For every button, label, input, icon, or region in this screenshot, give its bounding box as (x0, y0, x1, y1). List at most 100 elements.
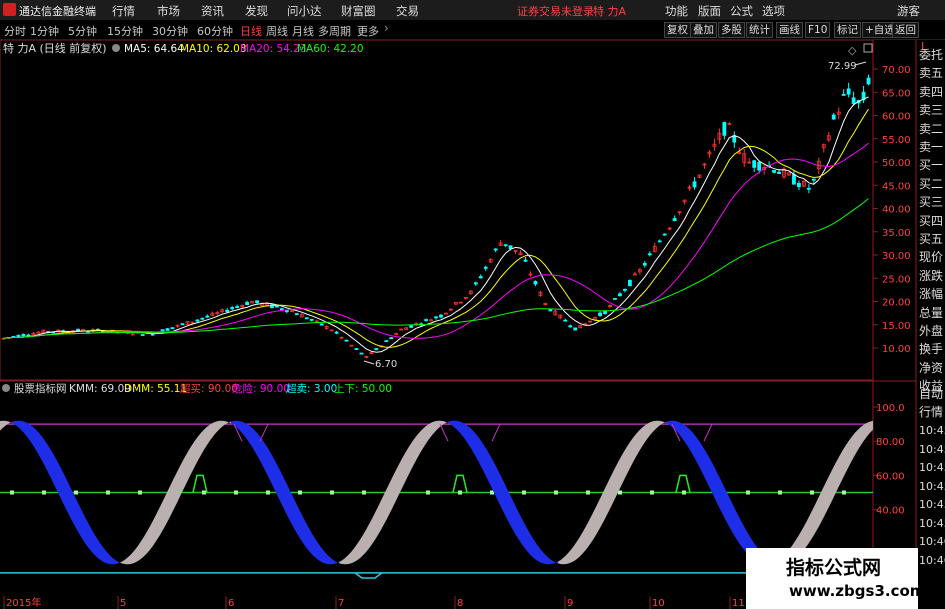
right-panel-item: 买一 (919, 158, 944, 173)
menu-item-gongshi[interactable]: 公式 (730, 3, 753, 19)
chart-area[interactable]: 特 力A (日线 前复权) MA5: 64.64 MA10: 62.03 MA2… (0, 40, 945, 609)
midline-marker (234, 490, 238, 495)
period-monthly[interactable]: 月线 (292, 23, 314, 39)
indicator-chart[interactable] (0, 420, 873, 579)
candle-body (851, 97, 856, 104)
price-tick-label: 70.00 (882, 65, 911, 76)
watermark: 指标公式网 www.zbgs3.com (746, 548, 925, 609)
candle-body (866, 77, 871, 85)
period-5min[interactable]: 5分钟 (68, 23, 97, 39)
midline-marker (458, 490, 462, 495)
indicator-settings-icon[interactable] (2, 384, 10, 392)
period-60min[interactable]: 60分钟 (197, 23, 233, 39)
candle-body (354, 348, 359, 350)
right-panel-item: 买五 (919, 232, 944, 246)
candle-body (533, 281, 538, 285)
candle-body (613, 298, 617, 300)
ma10-label: MA10: 62.03 (180, 43, 247, 55)
biaoji-button[interactable]: 标记 (834, 22, 861, 38)
kmm-ribbon (0, 420, 12, 431)
candle-body (727, 123, 732, 126)
stock-name-title: 特 力A (593, 5, 627, 18)
menu-item-jiaoyi[interactable]: 交易 (396, 3, 419, 19)
candle-body (722, 122, 727, 136)
app-logo-icon (3, 3, 16, 16)
right-panel-item: 卖三 (919, 103, 944, 118)
menu-item-wenxiaoda[interactable]: 问小达 (287, 3, 322, 19)
candle-body (623, 288, 627, 291)
period-daily[interactable]: 日线 (240, 23, 262, 39)
candle-body (647, 253, 652, 256)
back-button[interactable]: 返回 (892, 22, 919, 38)
candle-body (170, 327, 175, 330)
date-tick-label: 6 (228, 598, 234, 609)
midline-marker (362, 490, 366, 495)
date-tick-label: 8 (457, 598, 463, 609)
candle-body (618, 293, 622, 297)
diejia-button[interactable]: 叠加 (690, 22, 717, 38)
guest-label[interactable]: 游客 (897, 3, 920, 19)
candle-body (165, 328, 170, 331)
duogu-button[interactable]: 多股 (718, 22, 745, 38)
menu-item-zixun[interactable]: 资讯 (201, 3, 224, 19)
midline-marker (202, 490, 206, 495)
period-weekly[interactable]: 周线 (266, 23, 288, 39)
chaomai-label: 超买: 90.00 (180, 382, 238, 395)
right-panel-auto[interactable]: 自动 (919, 385, 943, 403)
ma60-label: MA60: 42.20 (297, 43, 364, 55)
menu-item-xuanxiang[interactable]: 选项 (762, 3, 785, 19)
login-status[interactable]: 证券交易未登录 (517, 3, 594, 19)
window-icon[interactable] (863, 43, 873, 53)
menu-item-hangqing[interactable]: 行情 (112, 3, 135, 19)
huaxian-button[interactable]: 画线 (776, 22, 803, 38)
right-panel-quote[interactable]: 行情 (919, 403, 943, 421)
candle-body (642, 263, 647, 266)
candle-body (752, 160, 757, 168)
candle-body (294, 313, 299, 316)
period-15min[interactable]: 15分钟 (107, 23, 143, 39)
midline-marker (522, 490, 526, 495)
midline-marker (586, 490, 590, 495)
price-tick-label: 40.00 (882, 205, 911, 216)
settings-icon[interactable] (112, 44, 120, 52)
period-more[interactable]: 更多 (357, 23, 379, 39)
menu-item-banmian[interactable]: 版面 (698, 3, 721, 19)
fuquan-button[interactable]: 复权 (664, 22, 691, 38)
candlestick-chart[interactable] (1, 74, 871, 359)
candle-body (657, 240, 662, 243)
midline-marker (810, 490, 814, 495)
menu-bar: 通达信金融终端 行情 市场 资讯 发现 问小达 财富圈 交易 证券交易未登录 特… (0, 0, 945, 21)
right-panel-time: 10:45 (919, 461, 945, 474)
price-tick-label: 10.00 (882, 344, 911, 355)
app-title: 通达信金融终端 (19, 5, 96, 18)
price-tick-label: 25.00 (882, 274, 911, 285)
right-panel-time: 10:46 (919, 535, 945, 548)
right-panel-item: 买二 (919, 176, 944, 191)
f10-button[interactable]: F10 (805, 22, 831, 38)
candle-body (344, 339, 349, 342)
right-panel-item: 净资 (919, 360, 944, 375)
period-30min[interactable]: 30分钟 (152, 23, 188, 39)
indicator-tick-label: 80.00 (876, 437, 905, 448)
period-fenshi[interactable]: 分时 (4, 23, 26, 39)
chevron-right-icon[interactable]: › (384, 21, 389, 35)
shangxia-label: 上下: 50.00 (334, 383, 392, 395)
menu-item-shichang[interactable]: 市场 (157, 3, 180, 19)
tongji-button[interactable]: 统计 (746, 22, 773, 38)
menu-item-faxian[interactable]: 发现 (245, 3, 268, 19)
candle-body (563, 319, 568, 322)
menu-item-gongneng[interactable]: 功能 (665, 3, 688, 19)
diamond-icon[interactable]: ◇ (848, 44, 857, 57)
candle-body (16, 334, 21, 338)
candle-body (846, 88, 851, 95)
menu-item-caifuquan[interactable]: 财富圈 (341, 3, 376, 19)
period-multi[interactable]: 多周期 (318, 23, 351, 39)
date-tick-label: 2015年 (6, 596, 41, 609)
period-1min[interactable]: 1分钟 (30, 23, 59, 39)
main-panel-frame (0, 40, 874, 381)
indicator-tick-label: 100.0 (876, 403, 905, 414)
low-annotation: 6.70 (375, 359, 397, 370)
candle-body (225, 309, 230, 313)
candle-body (255, 300, 259, 304)
midline-marker (554, 490, 558, 495)
